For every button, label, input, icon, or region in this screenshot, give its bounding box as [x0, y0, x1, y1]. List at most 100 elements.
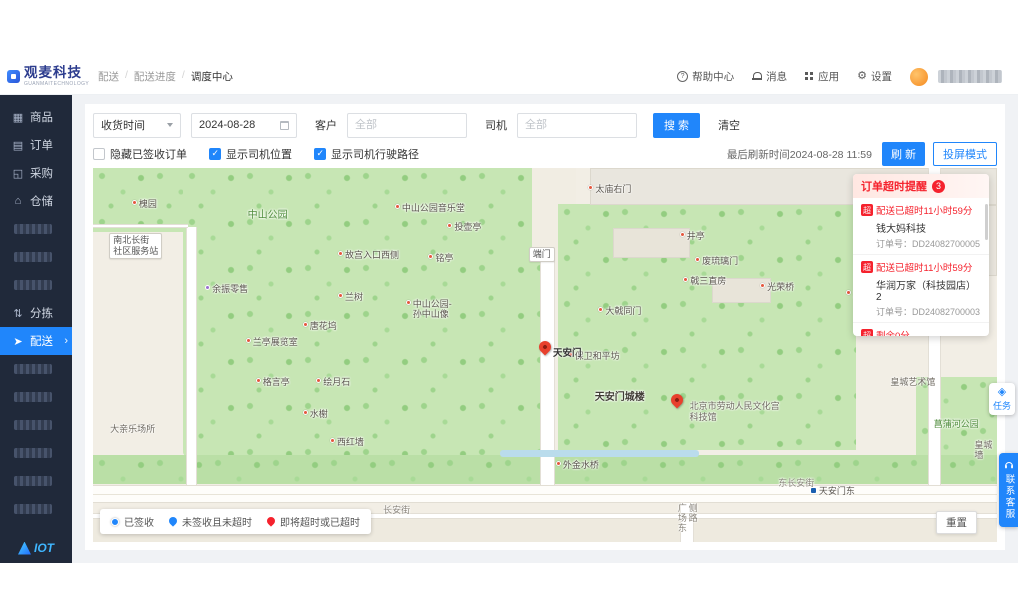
cast-mode-button[interactable]: 投屏模式 [933, 142, 997, 166]
map-label: 东长安街 [778, 478, 814, 489]
help-icon: ? [677, 71, 689, 82]
sidebar-item-redacted [14, 280, 52, 290]
map-label-text: 菖蒲河公园 [933, 419, 979, 430]
legend-icon [167, 514, 179, 527]
order-timeout-header: 订单超时提醒 3 [853, 174, 989, 198]
sidebar-item-redacted [14, 224, 52, 234]
poi-icon [598, 306, 604, 312]
sidebar-item[interactable]: › [0, 467, 72, 495]
map-highway-changan [93, 485, 997, 504]
help-center-link[interactable]: ? 帮助中心 [677, 69, 734, 84]
overtime-tag: 超 [861, 261, 873, 273]
toolbar-checkbox[interactable]: 显示司机位置 [209, 146, 292, 162]
sidebar-item[interactable]: ⌂ 仓储 › [0, 187, 72, 215]
map-label-text: 中山公园- 孙中山像 [412, 298, 452, 320]
alert-item[interactable]: 超 配送已超时11小时59分 钱大妈科技 订单号：DD24082700005 [853, 198, 989, 255]
map-label-text: 西红墙 [336, 436, 364, 447]
checkbox-label: 显示司机行驶路径 [331, 149, 419, 161]
filter-bar: 收货时间 2024-08-28 客户 司机 搜 索 清空 [85, 104, 1005, 140]
breadcrumb: 配送 配送进度 调度中心 [98, 69, 233, 84]
map-label-text: 槐园 [138, 199, 157, 210]
toolbar-checkbox[interactable]: 显示司机行驶路径 [314, 146, 419, 162]
clear-button[interactable]: 清空 [718, 117, 740, 133]
breadcrumb-item[interactable]: 调度中心 [176, 69, 233, 84]
sidebar-item[interactable]: ◱ 采购 › [0, 159, 72, 187]
date-picker[interactable]: 2024-08-28 [191, 112, 297, 138]
search-button[interactable]: 搜 索 [653, 112, 701, 138]
sidebar-item[interactable]: › [0, 243, 72, 271]
task-label: 任务 [992, 401, 1011, 411]
checkbox-label: 显示司机位置 [226, 149, 292, 161]
task-widget[interactable]: ◈ 任务 [989, 383, 1015, 415]
layers-icon: ◈ [997, 386, 1007, 398]
messages-link[interactable]: 消息 [752, 69, 787, 84]
time-type-select[interactable]: 收货时间 [93, 112, 181, 138]
sidebar-item-label: 仓储 [30, 196, 53, 208]
customer-input[interactable] [347, 112, 467, 138]
sidebar-item[interactable]: › [0, 495, 72, 523]
alert-status: 剩余0分 [876, 328, 910, 336]
apps-link[interactable]: 应用 [805, 69, 839, 84]
sidebar-item[interactable]: ▦ 商品 › [0, 103, 72, 131]
user-avatar[interactable] [910, 67, 928, 86]
poi-icon [679, 232, 685, 238]
order-timeout-panel: 订单超时提醒 3 超 配送已超时11小时59分 钱大妈科技 订单号：DD2408 [853, 174, 989, 336]
alert-status-row: 超 剩余0分 [861, 328, 981, 336]
calendar-icon [280, 120, 289, 130]
sidebar-item[interactable]: › [0, 411, 72, 439]
dispatch-panel: 收货时间 2024-08-28 客户 司机 搜 索 清空 [85, 104, 1005, 550]
sidebar-item[interactable]: ⇅ 分拣 › [0, 299, 72, 327]
orders-icon: ▤ [12, 139, 24, 152]
sidebar-item[interactable]: › [0, 383, 72, 411]
breadcrumb-item[interactable]: 配送 [98, 69, 119, 84]
map-label-text: 大戟同门 [605, 305, 642, 316]
sidebar-item[interactable]: › [0, 271, 72, 299]
poi-icon [329, 437, 335, 443]
map-label: 唐花坞 [302, 320, 337, 332]
settings-link[interactable]: ⚙ 设置 [857, 69, 892, 84]
map-label: 戟三直房 [683, 276, 726, 287]
submenu-arrow-icon: › [64, 335, 68, 347]
breadcrumb-item[interactable]: 配送进度 [119, 69, 176, 84]
map-label: 铭亭 [428, 253, 453, 264]
contact-service-button[interactable]: 联系客服 [999, 453, 1018, 527]
poi-icon [245, 338, 251, 344]
map-building-block [612, 227, 690, 258]
map-label-text: 广场东侧路 [676, 502, 698, 533]
apps-grid-icon [805, 72, 814, 81]
overtime-tag: 超 [861, 329, 873, 336]
sidebar-item[interactable]: › [0, 215, 72, 243]
brand-logo[interactable]: 观麦科技 GUANMAITECHNOLOGY [0, 66, 89, 87]
checkbox-box [209, 148, 221, 160]
map-toolbar: 隐藏已签收订单 显示司机位置 显示司机行驶路径 最后刷新时间2024-08-28… [85, 140, 1005, 168]
driver-input[interactable] [517, 112, 637, 138]
brand-title: 观麦科技 [24, 65, 82, 81]
map-label: 长安街 [383, 505, 410, 516]
poi-icon [337, 250, 343, 256]
alert-item[interactable]: 超 剩余0分 华润万家（科技园店）2 [853, 323, 989, 336]
alert-item[interactable]: 超 配送已超时11小时59分 华润万家（科技园店）2 订单号：DD2408270… [853, 255, 989, 323]
toolbar-checkbox[interactable]: 隐藏已签收订单 [93, 146, 187, 162]
map-label-text: 余振零售 [212, 283, 249, 294]
sidebar-item[interactable]: ▤ 订单 › [0, 131, 72, 159]
legend-item: 已签收 [111, 514, 154, 529]
map-label-text: 兰亭展览室 [252, 337, 298, 348]
map-canvas[interactable]: 槐园 中山公园 中山公园音乐堂 投壶亭 太庙右门 井亭 南北长街 社区服务站 故… [93, 168, 997, 542]
breadcrumb-item-label: 配送进度 [133, 71, 176, 83]
sidebar-item[interactable]: › [0, 439, 72, 467]
sidebar-item-label: 分拣 [30, 308, 53, 320]
reset-button[interactable]: 重置 [936, 511, 977, 534]
map-label-text: 唐花坞 [309, 320, 337, 331]
legend-item: 即将超时或已超时 [265, 514, 360, 529]
map-label-text: 大亲乐场所 [110, 424, 156, 435]
scrollbar[interactable] [985, 204, 988, 240]
toolbar-right: 最后刷新时间2024-08-28 11:59 刷 新 投屏模式 [727, 142, 997, 166]
sidebar-item[interactable]: › [0, 355, 72, 383]
sidebar-item[interactable]: ➤ 配送 › [0, 327, 72, 355]
map-label-text: 皇城墙 [974, 439, 993, 461]
refresh-button[interactable]: 刷 新 [881, 142, 925, 166]
help-center-label: 帮助中心 [692, 71, 735, 83]
map-label: 格言亭 [255, 377, 290, 388]
map-label: 端门 [528, 247, 555, 263]
map-label: 绘月石 [316, 377, 350, 388]
